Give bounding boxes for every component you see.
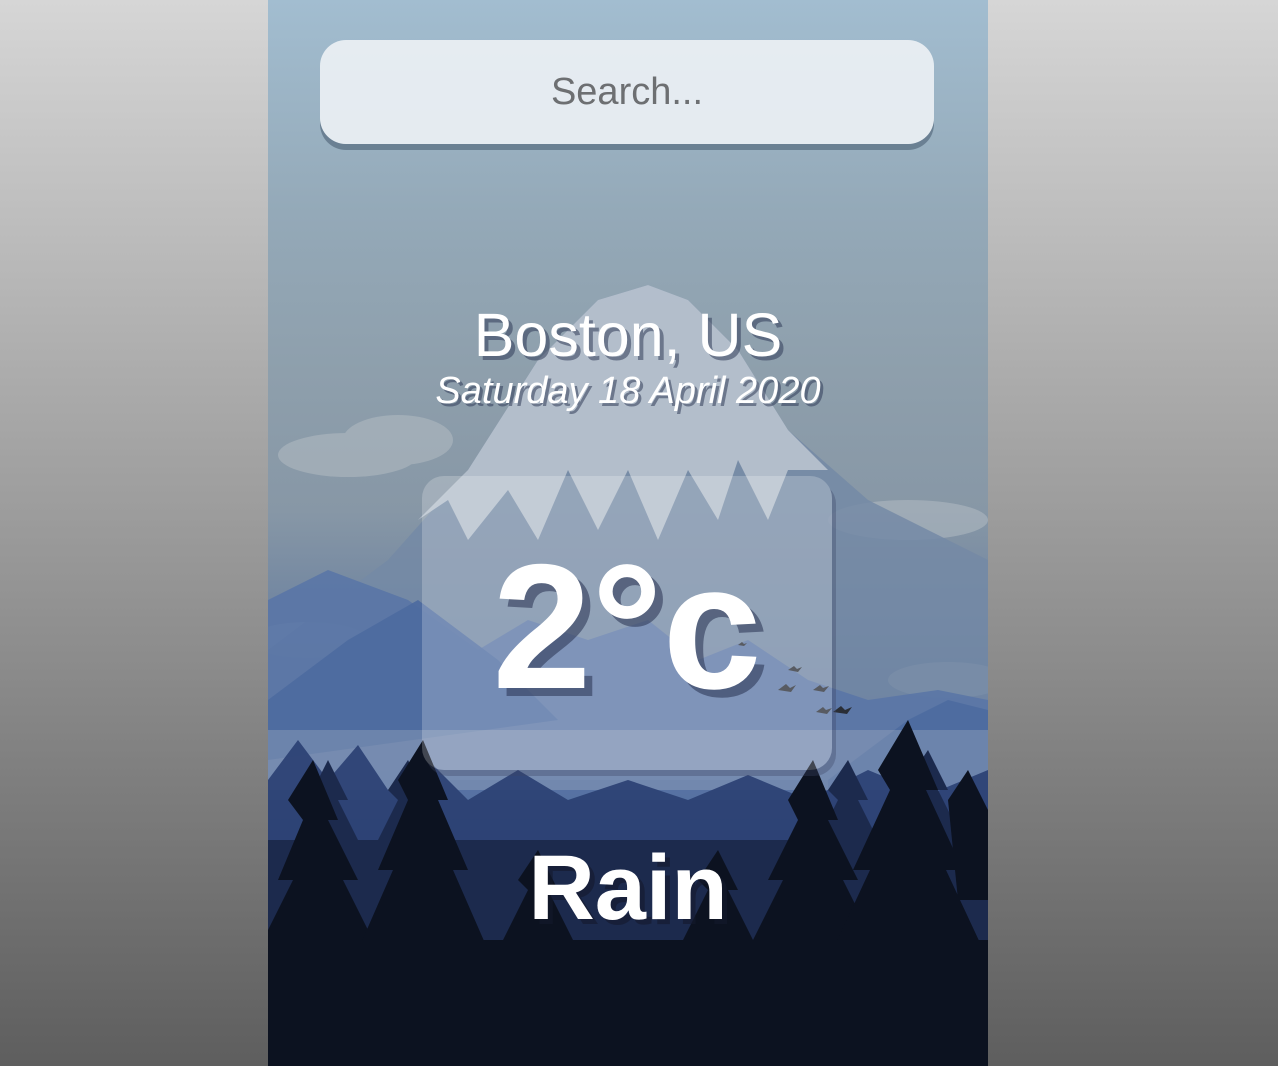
weather-condition: Rain	[528, 837, 728, 939]
page-background: { "search": { "placeholder": "Search..."…	[0, 0, 1278, 1066]
search-input[interactable]	[320, 40, 934, 144]
location-title: Boston, US	[473, 301, 783, 369]
current-date: Saturday 18 April 2020	[435, 370, 821, 412]
search-bar	[320, 40, 934, 146]
temperature-card: 2°c	[422, 476, 832, 770]
temperature-value: 2°c	[492, 527, 762, 726]
weather-app: Boston, US Saturday 18 April 2020 2°c Ra…	[268, 0, 988, 1066]
